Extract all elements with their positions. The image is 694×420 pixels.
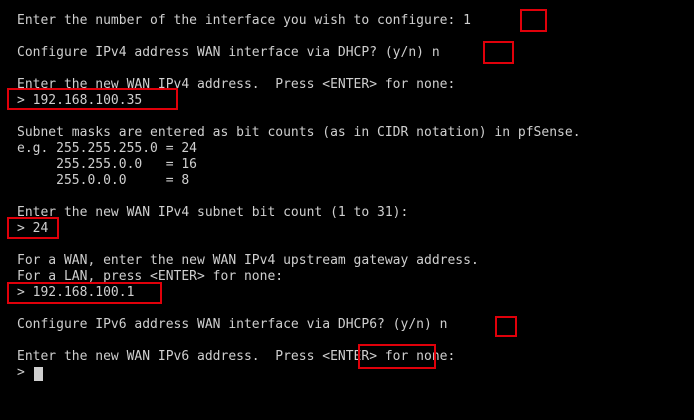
subnet-bit-count-prompt: Enter the new WAN IPv4 subnet bit count …	[17, 205, 409, 220]
wan-ipv6-address-prompt: Enter the new WAN IPv6 address. Press <E…	[17, 349, 456, 364]
interface-number-prompt: Enter the number of the interface you wi…	[17, 13, 471, 28]
ipv4-dhcp-prompt: Configure IPv4 address WAN interface via…	[17, 45, 440, 60]
wan-ipv4-address-prompt: Enter the new WAN IPv4 address. Press <E…	[17, 77, 456, 92]
subnet-example-24: e.g. 255.255.255.0 = 24	[17, 141, 198, 156]
command-input-line[interactable]: >	[17, 365, 33, 381]
gateway-lan-prompt: For a LAN, press <ENTER> for none:	[17, 269, 284, 284]
subnet-example-16: 255.255.0.0 = 16	[17, 157, 198, 172]
text-cursor	[34, 367, 43, 381]
subnet-example-8: 255.0.0.0 = 8	[17, 173, 190, 188]
ipv6-dhcp6-prompt: Configure IPv6 address WAN interface via…	[17, 317, 448, 332]
highlight-ipv4-dhcp-answer	[483, 41, 514, 64]
subnet-bit-count-input: > 24	[17, 221, 49, 236]
highlight-interface-number	[520, 9, 547, 32]
gateway-address-input: > 192.168.100.1	[17, 285, 135, 300]
gateway-wan-prompt: For a WAN, enter the new WAN IPv4 upstre…	[17, 253, 479, 268]
subnet-info-text: Subnet masks are entered as bit counts (…	[17, 125, 581, 140]
console-terminal[interactable]: Enter the number of the interface you wi…	[0, 0, 694, 420]
highlight-ipv6-dhcp6-answer	[495, 316, 517, 337]
wan-ipv4-address-input: > 192.168.100.35	[17, 93, 143, 108]
